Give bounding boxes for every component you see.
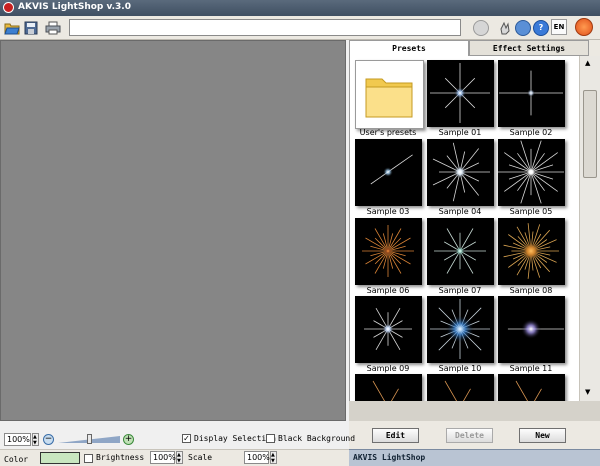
info-text: AKVIS LightShop (353, 453, 426, 462)
preset-thumbnail[interactable] (355, 139, 422, 206)
preset-thumbnail[interactable] (498, 60, 565, 127)
preset-thumbnail[interactable] (427, 374, 494, 401)
preset-label: Sample 08 (509, 286, 553, 295)
printer-icon[interactable] (44, 19, 62, 37)
color-swatch[interactable] (40, 452, 80, 464)
preset-label: User's presets (359, 128, 417, 137)
run-button[interactable] (472, 19, 490, 37)
floppy-disk-icon[interactable] (22, 19, 40, 37)
preset-panel-footer (349, 401, 600, 421)
preset-thumbnail[interactable] (498, 374, 565, 401)
scrollbar-thumb[interactable] (583, 90, 597, 178)
settings-icon[interactable] (514, 19, 532, 37)
scroll-up-icon[interactable]: ▲ (585, 59, 590, 67)
scale-spinner[interactable]: ▲ ▼ (270, 451, 277, 464)
window-title: AKVIS LightShop v.3.0 (18, 2, 131, 12)
display-selection-checkbox[interactable]: ✓ (182, 434, 191, 443)
zoom-field[interactable]: 100% (4, 433, 31, 446)
preset-thumbnail[interactable] (427, 218, 494, 285)
folder-open-icon[interactable] (3, 19, 21, 37)
user-presets-folder-icon[interactable] (355, 60, 424, 129)
scale-label: Scale (188, 453, 213, 462)
delete-button[interactable]: Delete (446, 428, 493, 443)
brightness-spinner[interactable]: ▲ ▼ (176, 451, 183, 464)
preset-thumbnail[interactable] (498, 218, 565, 285)
file-path-field[interactable] (69, 19, 461, 36)
preset-label: Sample 10 (438, 364, 482, 373)
brightness-checkbox[interactable] (84, 454, 93, 463)
image-canvas[interactable] (0, 40, 346, 421)
scroll-down-icon[interactable]: ▼ (585, 388, 590, 396)
preset-label: Sample 02 (509, 128, 553, 137)
preset-scrollbar[interactable]: ▲ ▼ (579, 56, 600, 401)
display-selection-label: Display Selection (194, 434, 276, 443)
new-button[interactable]: New (519, 428, 566, 443)
preset-thumbnail[interactable] (355, 218, 422, 285)
preset-thumbnail[interactable] (355, 374, 422, 401)
preset-thumbnail[interactable] (355, 296, 422, 363)
power-icon[interactable] (575, 18, 593, 36)
preset-label: Sample 11 (509, 364, 553, 373)
preset-label: Sample 06 (366, 286, 410, 295)
preset-label: Sample 04 (438, 207, 482, 216)
preset-thumbnail[interactable] (498, 296, 565, 363)
zoom-slider-thumb[interactable] (87, 434, 92, 444)
preset-thumbnail[interactable] (427, 296, 494, 363)
tab-presets[interactable]: Presets (349, 40, 469, 56)
title-bar: AKVIS LightShop v.3.0 (0, 0, 600, 16)
preset-thumbnail[interactable] (427, 60, 494, 127)
app-logo-icon (3, 2, 14, 13)
help-icon[interactable]: ? (532, 19, 550, 37)
color-label: Color (4, 455, 29, 464)
zoom-spinner[interactable]: ▲ ▼ (32, 433, 39, 446)
edit-button[interactable]: Edit (372, 428, 419, 443)
preset-label: Sample 01 (438, 128, 482, 137)
preset-grid: User's presets Sample 01 Sample 02 Sample 0… (349, 56, 579, 401)
preset-label: Sample 03 (366, 207, 410, 216)
info-bar: AKVIS LightShop (349, 449, 600, 466)
preset-thumbnail[interactable] (498, 139, 565, 206)
language-button[interactable]: EN (551, 19, 567, 35)
scale-field[interactable]: 100% (244, 451, 270, 464)
hand-tool-icon[interactable] (496, 19, 514, 37)
preset-thumbnail[interactable] (427, 139, 494, 206)
brightness-label: Brightness (96, 453, 145, 462)
zoom-out-icon[interactable]: − (43, 434, 54, 445)
preset-label: Sample 09 (366, 364, 410, 373)
zoom-in-icon[interactable]: + (123, 434, 134, 445)
black-background-checkbox[interactable] (266, 434, 275, 443)
preset-label: Sample 07 (438, 286, 482, 295)
tab-effect-settings[interactable]: Effect Settings (469, 40, 589, 56)
black-background-label: Black Background (278, 434, 356, 443)
play-icon (473, 20, 489, 36)
panel-tabs: Presets Effect Settings (349, 40, 600, 56)
brightness-field[interactable]: 100% (150, 451, 176, 464)
preset-label: Sample 05 (509, 207, 553, 216)
